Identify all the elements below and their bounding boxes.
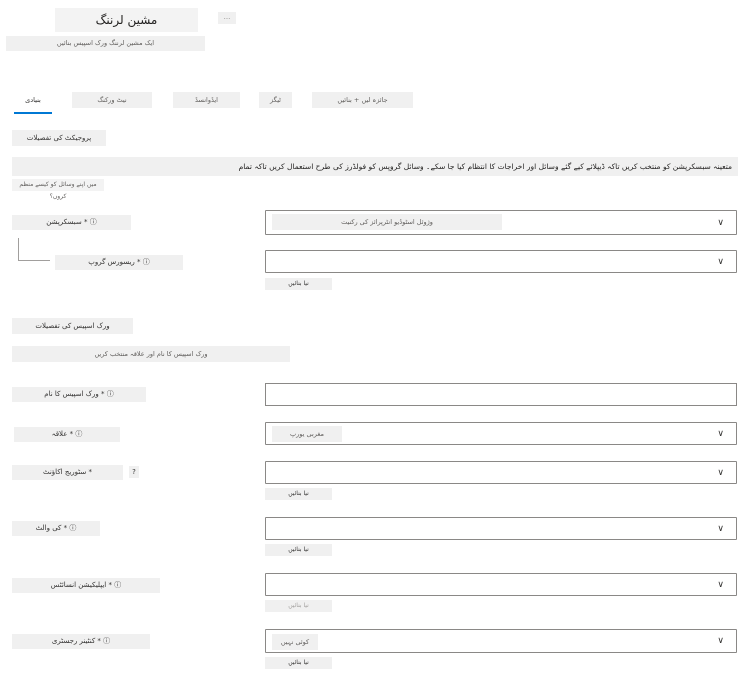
chevron-down-icon: ∨ <box>717 467 724 478</box>
project-details-heading: پروجیکٹ کی تفصیلات <box>12 130 106 146</box>
storage-account-label: سٹوریج اکاؤنٹ * <box>12 465 123 480</box>
workspace-details-heading: ورک اسپیس کی تفصیلات <box>12 318 133 334</box>
resource-group-dropdown[interactable]: ∨ <box>265 250 737 273</box>
workspace-name-label: ورک اسپیس کا نام * ⓘ <box>12 387 146 402</box>
key-vault-label: کی والٹ * ⓘ <box>12 521 100 536</box>
storage-account-dropdown[interactable]: ∨ <box>265 461 737 484</box>
tab-tags[interactable]: ٹیگز <box>259 92 292 108</box>
key-vault-create-new-link[interactable]: نیا بنائیں <box>265 544 332 556</box>
tab-basics[interactable]: بنیادی <box>14 92 52 108</box>
storage-account-create-new-link[interactable]: نیا بنائیں <box>265 488 332 500</box>
chevron-down-icon: ∨ <box>717 579 724 590</box>
page-title: مشین لرننگ <box>55 8 198 32</box>
container-registry-label: کنٹینر رجسٹری * ⓘ <box>12 634 150 649</box>
container-registry-create-new-link[interactable]: نیا بنائیں <box>265 657 332 669</box>
subscription-value: وژوئل اسٹوڈیو انٹرپرائز کی رکنیت <box>272 214 502 230</box>
workspace-name-input[interactable] <box>265 383 737 406</box>
resource-group-create-new-link[interactable]: نیا بنائیں <box>265 278 332 290</box>
container-registry-value: کوئی نہیں <box>272 634 318 650</box>
tab-review-create[interactable]: جائزہ لیں + بنائیں <box>312 92 413 108</box>
subscription-dropdown[interactable]: وژوئل اسٹوڈیو انٹرپرائز کی رکنیت ∨ <box>265 210 737 235</box>
chevron-down-icon: ∨ <box>717 217 724 228</box>
tree-connector-vertical <box>18 238 19 260</box>
tree-connector-horizontal <box>18 260 50 261</box>
application-insights-create-new-link[interactable]: نیا بنائیں <box>265 600 332 612</box>
chevron-down-icon: ∨ <box>717 428 724 439</box>
resource-group-label: ریسورس گروپ * ⓘ <box>55 255 183 270</box>
active-tab-indicator <box>14 112 52 114</box>
application-insights-label: ایپلیکیشن انسائٹس * ⓘ <box>12 578 160 593</box>
page-subtitle: ایک مشین لرننگ ورک اسپیس بنائیں <box>6 36 205 51</box>
container-registry-dropdown[interactable]: کوئی نہیں ∨ <box>265 629 737 653</box>
more-options-button[interactable]: ... <box>218 12 236 24</box>
tab-networking[interactable]: نیٹ ورکنگ <box>72 92 152 108</box>
key-vault-dropdown[interactable]: ∨ <box>265 517 737 540</box>
workspace-details-description: ورک اسپیس کا نام اور علاقہ منتخب کریں <box>12 346 290 362</box>
storage-account-info-icon[interactable]: ? <box>129 466 139 478</box>
region-value: مغربی یورپ <box>272 426 342 442</box>
chevron-down-icon: ∨ <box>717 523 724 534</box>
region-label: علاقہ * ⓘ <box>14 427 120 442</box>
project-details-description: متعینہ سبسکرپشن کو منتخب کریں تاکہ ڈیپلا… <box>12 157 738 176</box>
chevron-down-icon: ∨ <box>717 636 724 646</box>
learn-more-link[interactable]: میں اپنے وسائل کو کیسے منظم کروں؟ <box>12 179 104 200</box>
tab-advanced[interactable]: ایڈوانسڈ <box>173 92 240 108</box>
region-dropdown[interactable]: مغربی یورپ ∨ <box>265 422 737 445</box>
subscription-label: سبسکرپشن * ⓘ <box>12 215 131 230</box>
application-insights-dropdown[interactable]: ∨ <box>265 573 737 596</box>
chevron-down-icon: ∨ <box>717 256 724 267</box>
